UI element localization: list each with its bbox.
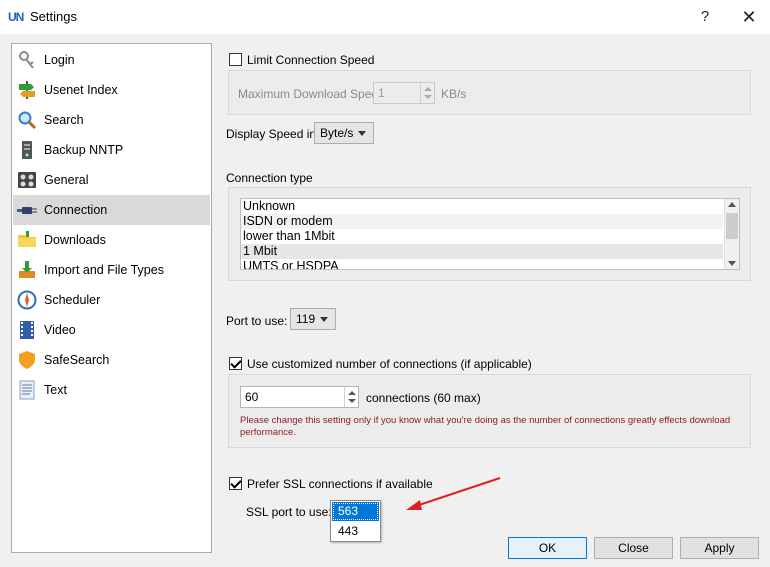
- port-dropdown[interactable]: 119: [290, 308, 336, 330]
- document-icon: [16, 379, 38, 401]
- sidebar-item-label: Text: [44, 383, 67, 397]
- sidebar-item-label: Backup NNTP: [44, 143, 124, 157]
- window-title: Settings: [30, 9, 77, 24]
- sidebar-item-import-file-types[interactable]: Import and File Types: [13, 255, 210, 285]
- sidebar-item-label: SafeSearch: [44, 353, 110, 367]
- display-speed-dropdown[interactable]: Byte/s: [314, 122, 374, 144]
- connection-type-scrollbar[interactable]: [724, 199, 739, 269]
- apply-button[interactable]: Apply: [680, 537, 759, 559]
- help-button[interactable]: ?: [688, 4, 722, 30]
- list-item[interactable]: Unknown: [241, 199, 723, 214]
- film-icon: [16, 319, 38, 341]
- sidebar-item-safesearch[interactable]: SafeSearch: [13, 345, 210, 375]
- sidebar-item-label: Downloads: [44, 233, 106, 247]
- sidebar-item-label: Scheduler: [44, 293, 101, 307]
- sidebar-item-label: Connection: [44, 203, 108, 217]
- connections-value: 60: [245, 390, 259, 404]
- connection-type-label: Connection type: [226, 171, 313, 185]
- sidebar-item-label: Usenet Index: [44, 83, 118, 97]
- spin-down-icon: [348, 399, 356, 403]
- max-speed-spin-arrows[interactable]: [420, 83, 434, 103]
- max-speed-unit: KB/s: [441, 87, 467, 101]
- ssl-port-dropdown-popup[interactable]: 563 443: [330, 500, 381, 542]
- app-logo-icon: UN: [8, 10, 24, 24]
- connections-group: 60 connections (60 max) Please change th…: [228, 374, 751, 448]
- connection-type-list[interactable]: Unknown ISDN or modem lower than 1Mbit 1…: [240, 198, 740, 270]
- ssl-port-option-563[interactable]: 563: [332, 502, 379, 521]
- scroll-down-icon: [728, 261, 736, 266]
- display-speed-label: Display Speed in:: [226, 127, 320, 141]
- list-item[interactable]: 1 Mbit: [241, 244, 723, 259]
- sidebar-item-connection[interactable]: Connection: [13, 195, 210, 225]
- custom-connections-label: Use customized number of connections (if…: [247, 357, 532, 371]
- folder-icon: [16, 229, 38, 251]
- sidebar-item-label: Login: [44, 53, 75, 67]
- ssl-port-label: SSL port to use:: [246, 505, 332, 519]
- ssl-port-option-443[interactable]: 443: [332, 522, 379, 541]
- equipment-icon: [16, 169, 38, 191]
- sidebar-item-search[interactable]: Search: [13, 105, 210, 135]
- list-item[interactable]: UMTS or HSDPA: [241, 259, 723, 269]
- port-label: Port to use:: [226, 314, 288, 328]
- close-window-button[interactable]: ✕: [732, 4, 766, 30]
- close-button[interactable]: Close: [594, 537, 673, 559]
- sidebar-item-login[interactable]: Login: [13, 45, 210, 75]
- custom-connections-checkbox[interactable]: [229, 357, 242, 370]
- connection-settings-panel: Limit Connection Speed Maximum Download …: [218, 34, 770, 567]
- sidebar-item-label: Video: [44, 323, 76, 337]
- sidebar-item-downloads[interactable]: Downloads: [13, 225, 210, 255]
- sidebar-item-label: General: [44, 173, 89, 187]
- chevron-down-icon: [320, 317, 328, 322]
- magnifier-icon: [16, 109, 38, 131]
- speed-limit-group: Maximum Download Speed 1 KB/s: [228, 70, 751, 115]
- display-speed-value: Byte/s: [320, 126, 354, 140]
- import-icon: [16, 259, 38, 281]
- list-item[interactable]: lower than 1Mbit: [241, 229, 723, 244]
- max-speed-spinbox[interactable]: 1: [373, 82, 435, 104]
- sidebar-item-text[interactable]: Text: [13, 375, 210, 405]
- spin-up-icon: [348, 391, 356, 395]
- connections-spin-arrows[interactable]: [344, 387, 358, 407]
- sidebar-item-backup-nntp[interactable]: Backup NNTP: [13, 135, 210, 165]
- sidebar-item-label: Search: [44, 113, 84, 127]
- compass-icon: [16, 289, 38, 311]
- plug-icon: [16, 199, 38, 221]
- scrollbar-thumb[interactable]: [726, 213, 738, 239]
- max-speed-label: Maximum Download Speed: [238, 87, 385, 101]
- signpost-icon: [16, 79, 38, 101]
- annotation-arrow-icon: [406, 477, 501, 510]
- limit-speed-label: Limit Connection Speed: [247, 53, 375, 67]
- sidebar-item-scheduler[interactable]: Scheduler: [13, 285, 210, 315]
- connections-spinbox[interactable]: 60: [240, 386, 359, 408]
- title-bar: UN Settings ? ✕: [0, 0, 770, 34]
- sidebar-item-video[interactable]: Video: [13, 315, 210, 345]
- sidebar-item-usenet-index[interactable]: Usenet Index: [13, 75, 210, 105]
- max-speed-value: 1: [378, 86, 385, 100]
- spin-up-icon: [424, 87, 432, 91]
- settings-category-list: Login Usenet Index Search Backup NNTP Ge…: [11, 43, 212, 553]
- prefer-ssl-checkbox[interactable]: [229, 477, 242, 490]
- keys-icon: [16, 49, 38, 71]
- server-icon: [16, 139, 38, 161]
- list-item[interactable]: ISDN or modem: [241, 214, 723, 229]
- shield-icon: [16, 349, 38, 371]
- sidebar-item-label: Import and File Types: [44, 263, 164, 277]
- limit-speed-checkbox[interactable]: [229, 53, 242, 66]
- connections-warning: Please change this setting only if you k…: [240, 415, 731, 438]
- scroll-up-icon: [728, 202, 736, 207]
- spin-down-icon: [424, 95, 432, 99]
- port-value: 119: [296, 312, 316, 326]
- sidebar-item-general[interactable]: General: [13, 165, 210, 195]
- ok-button[interactable]: OK: [508, 537, 587, 559]
- chevron-down-icon: [358, 131, 366, 136]
- connections-suffix: connections (60 max): [366, 391, 481, 405]
